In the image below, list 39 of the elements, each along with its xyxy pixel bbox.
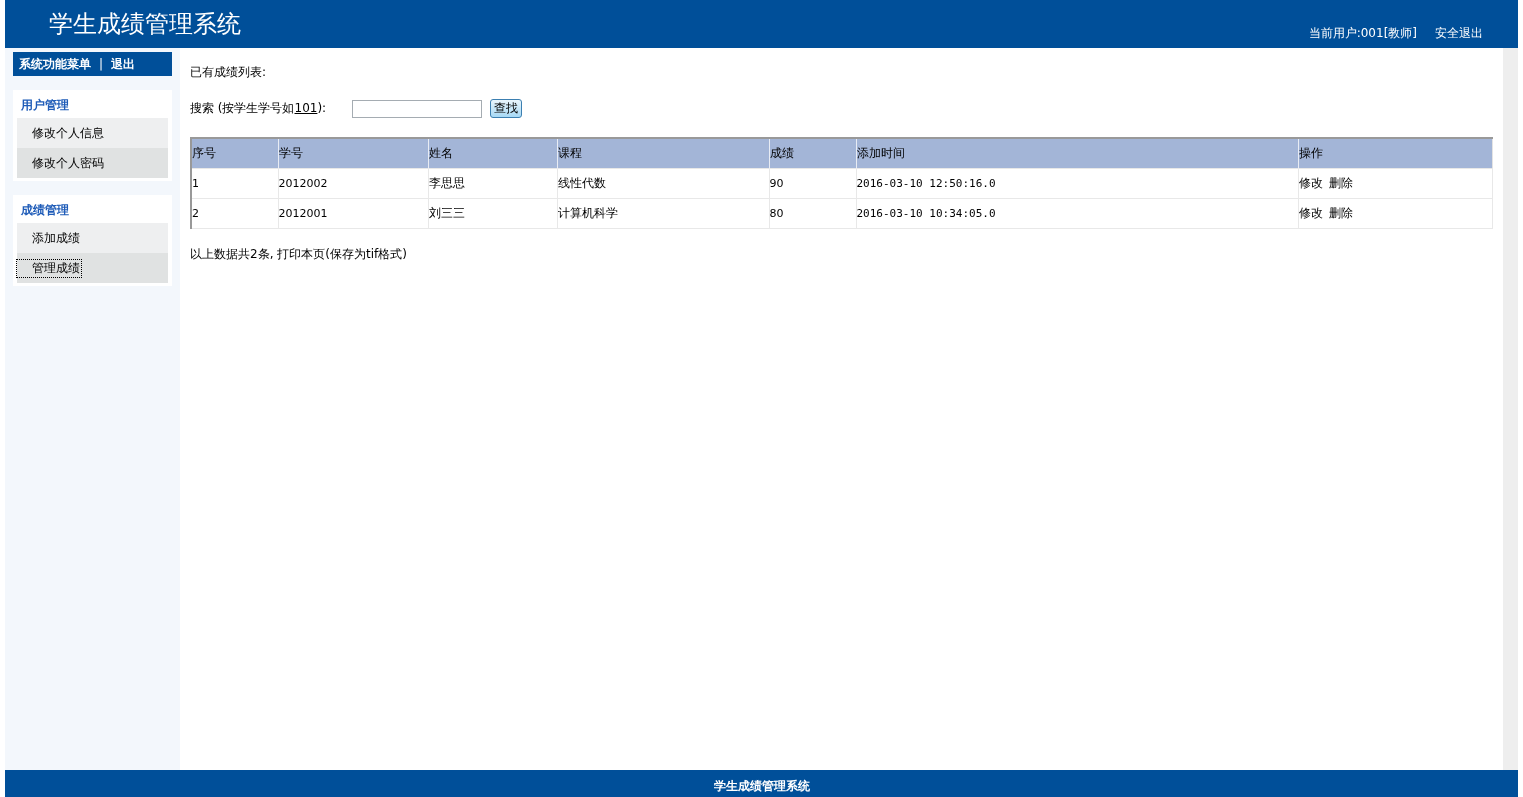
exit-link[interactable]: 退出 [111, 55, 136, 73]
search-field[interactable] [352, 99, 482, 118]
table-cell: 90 [769, 168, 856, 199]
table-cell: 2 [191, 198, 278, 229]
column-header: 课程 [557, 138, 769, 169]
table-cell: 线性代数 [557, 168, 769, 199]
footer-text: 学生成绩管理系统 [713, 778, 810, 795]
logout-link[interactable]: 安全退出 [1435, 25, 1483, 42]
app-title: 学生成绩管理系统 [48, 9, 241, 40]
action-link[interactable]: 修改 [1298, 206, 1323, 220]
column-header: 学号 [278, 138, 428, 169]
column-header: 添加时间 [856, 138, 1298, 169]
action-link[interactable]: 修改 [1298, 176, 1323, 190]
action-link[interactable]: 删除 [1328, 206, 1353, 220]
table-cell: 2012001 [278, 198, 428, 229]
search-button[interactable]: 查找 [490, 99, 522, 118]
column-header: 序号 [191, 138, 278, 169]
search-label: 搜索 (按学生学号如 101): [190, 100, 328, 117]
table-cell: 2016-03-10 12:50:16.0 [856, 168, 1298, 199]
menu-title: 系统功能菜单 [19, 55, 91, 73]
menu-item[interactable]: 添加成绩 [31, 229, 81, 247]
table-cell: 计算机科学 [557, 198, 769, 229]
table-cell: 1 [191, 168, 278, 199]
table-cell: 李思思 [428, 168, 557, 199]
column-header: 操作 [1298, 138, 1492, 169]
list-heading: 已有成绩列表: [190, 64, 268, 81]
table-cell: 刘三三 [428, 198, 557, 229]
summary-text: 以上数据共2条, 打印本页(保存为tif格式) [190, 246, 408, 263]
current-user-text: 当前用户:001[教师] [1308, 25, 1417, 42]
column-header: 成绩 [769, 138, 856, 169]
action-link[interactable]: 删除 [1328, 176, 1353, 190]
table-cell: 2012002 [278, 168, 428, 199]
table-cell: 2016-03-10 10:34:05.0 [856, 198, 1298, 229]
section-title: 成绩管理 [20, 202, 70, 219]
scrollbar[interactable] [1503, 48, 1518, 770]
separator-text: | [99, 57, 104, 71]
column-header: 姓名 [428, 138, 557, 169]
table-cell: 80 [769, 198, 856, 229]
section-title: 用户管理 [20, 97, 70, 114]
